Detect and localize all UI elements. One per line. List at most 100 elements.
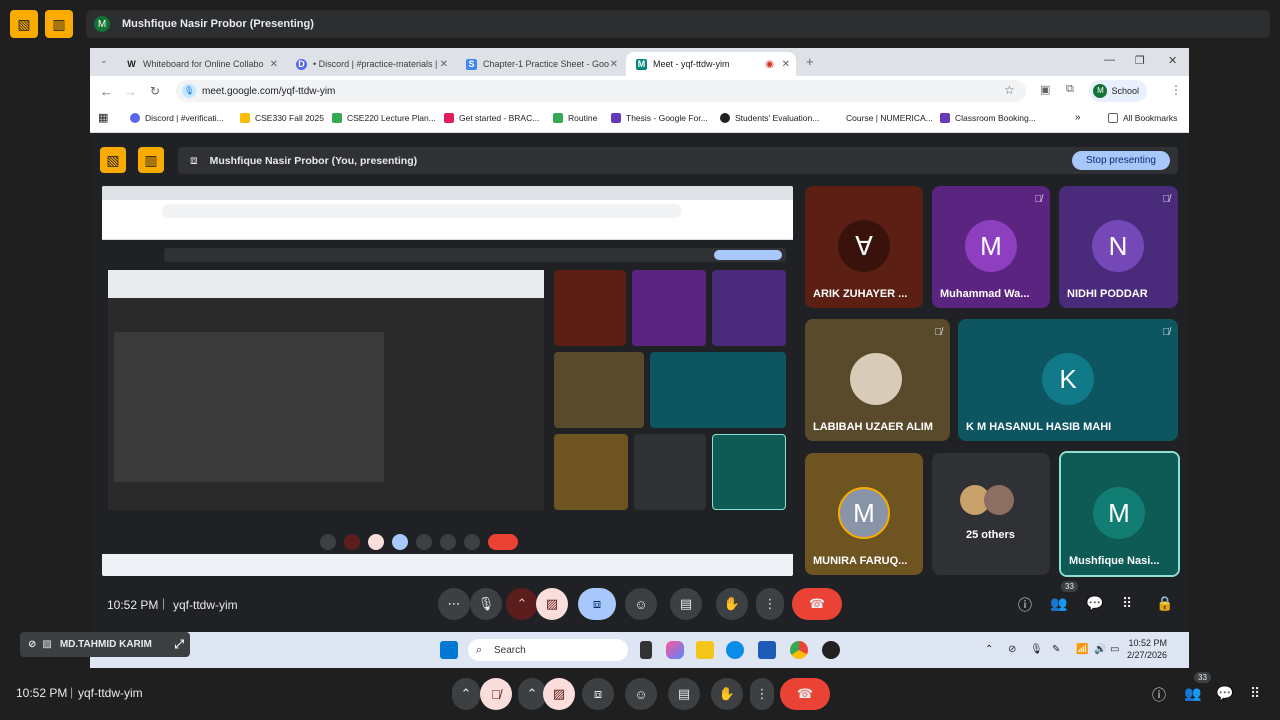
minimize-icon[interactable]: — <box>1104 54 1115 66</box>
close-icon[interactable]: ✕ <box>610 59 618 70</box>
present-toggle-icon[interactable]: ▧ <box>100 147 126 173</box>
bookmark-item[interactable]: Routine <box>553 113 597 123</box>
stop-presenting-button[interactable]: Stop presenting <box>1071 151 1170 170</box>
bookmark-item[interactable]: Get started - BRAC... <box>444 113 539 123</box>
chevron-right-icon[interactable]: » <box>1075 112 1081 123</box>
extension-icon[interactable]: ▣ <box>1040 83 1050 96</box>
task-view-icon[interactable] <box>640 641 652 659</box>
participant-tile-self[interactable]: M Mushfique Nasi... <box>1059 451 1180 577</box>
chevron-up-icon[interactable]: ⌃ <box>452 678 480 710</box>
close-icon[interactable]: ✕ <box>782 59 790 70</box>
self-view-tile[interactable]: ⊘ ▨ MD.TAHMID KARIM ⤢ <box>20 632 190 657</box>
info-icon[interactable]: ⓘ <box>1018 595 1032 615</box>
file-explorer-icon[interactable] <box>696 641 714 659</box>
chevron-up-icon[interactable]: ⌃ <box>506 588 538 620</box>
bookmark-item[interactable]: Discord | #verificati... <box>130 113 224 123</box>
captions-icon[interactable]: ▤ <box>670 588 702 620</box>
more-options-icon[interactable]: ⋮ <box>750 678 774 710</box>
pen-icon[interactable]: ✎ <box>1052 644 1060 655</box>
wifi-icon[interactable]: 📶 <box>1076 644 1088 655</box>
star-icon[interactable]: ☆ <box>1004 83 1015 97</box>
battery-icon[interactable]: ▭ <box>1110 644 1119 655</box>
activities-icon[interactable]: ⠿ <box>1122 595 1132 612</box>
participant-tile[interactable]: M 🎙̸ Muhammad Wa... <box>932 186 1050 308</box>
info-icon[interactable]: ⓘ <box>1152 685 1166 705</box>
host-controls-icon[interactable]: 🔒 <box>1156 595 1173 612</box>
activities-icon[interactable]: ⠿ <box>1250 685 1260 702</box>
emoji-icon[interactable]: ☺ <box>625 678 657 710</box>
bookmark-item[interactable]: CSE220 Lecture Plan... <box>332 113 436 123</box>
chat-icon[interactable]: 💬 <box>1216 685 1233 702</box>
tab-search-icon[interactable]: ⌄ <box>100 55 108 66</box>
puzzle-icon[interactable]: ⧉ <box>1066 83 1074 96</box>
bookmark-item[interactable]: Thesis - Google For... <box>611 113 708 123</box>
close-icon[interactable]: ✕ <box>270 59 278 70</box>
tab-meet[interactable]: M Meet - yqf-ttdw-yim ◉ ✕ <box>626 52 796 76</box>
avatar: ∀ <box>838 220 890 272</box>
chat-icon[interactable]: 💬 <box>1086 595 1103 612</box>
emoji-icon[interactable]: ☺ <box>625 588 657 620</box>
maximize-icon[interactable]: ❐ <box>1135 54 1145 67</box>
back-icon[interactable]: ← <box>100 84 113 99</box>
reload-icon[interactable]: ↻ <box>150 84 160 98</box>
others-tile[interactable]: 25 others <box>932 453 1050 575</box>
chevron-up-icon[interactable]: ⌃ <box>985 644 993 655</box>
tab-sheet[interactable]: S Chapter-1 Practice Sheet - Goo ✕ <box>456 52 624 76</box>
bookmark-item[interactable]: CSE330 Fall 2025 <box>240 113 324 123</box>
camera-off-icon[interactable]: ▨ <box>536 588 568 620</box>
bookmark-item[interactable]: Classroom Booking... <box>940 113 1036 123</box>
present-screen-icon[interactable]: ⧈ <box>582 678 614 710</box>
more-options-icon[interactable]: ⋮ <box>756 588 784 620</box>
more-icon[interactable]: ⋯ <box>438 588 470 620</box>
camera-off-icon[interactable]: ▨ <box>543 678 575 710</box>
bookmark-item[interactable]: Course | NUMERICA... <box>846 113 933 123</box>
taskbar-search[interactable]: ⌕ Search <box>468 639 628 661</box>
menu-icon[interactable]: ⋮ <box>1170 83 1182 97</box>
volume-icon[interactable]: 🔊 <box>1094 644 1106 655</box>
participant-tile[interactable]: 🎙̸ LABIBAH UZAER ALIM <box>805 319 950 441</box>
apps-icon[interactable]: ▦ <box>98 111 108 124</box>
windows-start-icon[interactable] <box>440 641 458 659</box>
raise-hand-icon[interactable]: ✋ <box>711 678 743 710</box>
edge-icon[interactable] <box>726 641 744 659</box>
all-bookmarks[interactable]: All Bookmarks <box>1108 113 1177 123</box>
forward-icon[interactable]: → <box>124 84 137 99</box>
present-toggle-icon[interactable]: ▧ <box>10 10 38 38</box>
chevron-up-icon[interactable]: ⌃ <box>518 678 546 710</box>
bookmark-item[interactable]: Students' Evaluation... <box>720 113 819 123</box>
participant-tile[interactable]: ∀ ARIK ZUHAYER ... <box>805 186 923 308</box>
camera-off-icon[interactable]: ⊘ <box>1008 644 1016 655</box>
presenting-title: Mushfique Nasir Probor (Presenting) <box>122 18 314 30</box>
new-tab-button[interactable]: + <box>806 54 814 69</box>
participant-tile[interactable]: K 🎙̸ K M HASANUL HASIB MAHI <box>958 319 1178 441</box>
present-screen-icon[interactable]: ⧈ <box>578 588 616 620</box>
participant-count-badge: 33 <box>1194 672 1211 683</box>
close-icon[interactable]: ✕ <box>440 59 448 70</box>
participant-tile[interactable]: N 🎙̸ NIDHI PODDAR <box>1059 186 1178 308</box>
expand-icon[interactable]: ⤢ <box>174 637 184 652</box>
leave-call-button[interactable]: ☎ <box>780 678 830 710</box>
chrome-icon[interactable] <box>790 641 808 659</box>
avatar: M <box>965 220 1017 272</box>
profile-chip[interactable]: M School <box>1089 80 1147 102</box>
close-window-icon[interactable]: ✕ <box>1168 54 1177 67</box>
layout-icon[interactable]: ▥ <box>45 10 73 38</box>
participant-name: Mushfique Nasi... <box>1069 555 1160 567</box>
leave-call-button[interactable]: ☎ <box>792 588 842 620</box>
people-icon[interactable]: 👥 <box>1184 685 1201 702</box>
raise-hand-icon[interactable]: ✋ <box>716 588 748 620</box>
store-icon[interactable] <box>758 641 776 659</box>
obs-icon[interactable] <box>822 641 840 659</box>
address-input[interactable]: 🎙 meet.google.com/yqf-ttdw-yim <box>176 80 1026 102</box>
people-icon[interactable]: 👥 <box>1050 595 1067 612</box>
captions-icon[interactable]: ▤ <box>668 678 700 710</box>
system-clock[interactable]: 10:52 PM 2/27/2026 <box>1127 637 1167 661</box>
mic-off-icon[interactable]: 🎙̸ <box>480 678 512 710</box>
participant-tile[interactable]: M MUNIRA FARUQ... <box>805 453 923 575</box>
mic-icon[interactable]: 🎙 <box>1030 644 1043 655</box>
copilot-icon[interactable] <box>666 641 684 659</box>
mic-icon[interactable]: 🎙 <box>470 588 502 620</box>
layout-icon[interactable]: ▥ <box>138 147 164 173</box>
tab-discord[interactable]: D • Discord | #practice-materials | ✕ <box>286 52 454 76</box>
tab-whiteboard[interactable]: W Whiteboard for Online Collabo ✕ <box>116 52 284 76</box>
